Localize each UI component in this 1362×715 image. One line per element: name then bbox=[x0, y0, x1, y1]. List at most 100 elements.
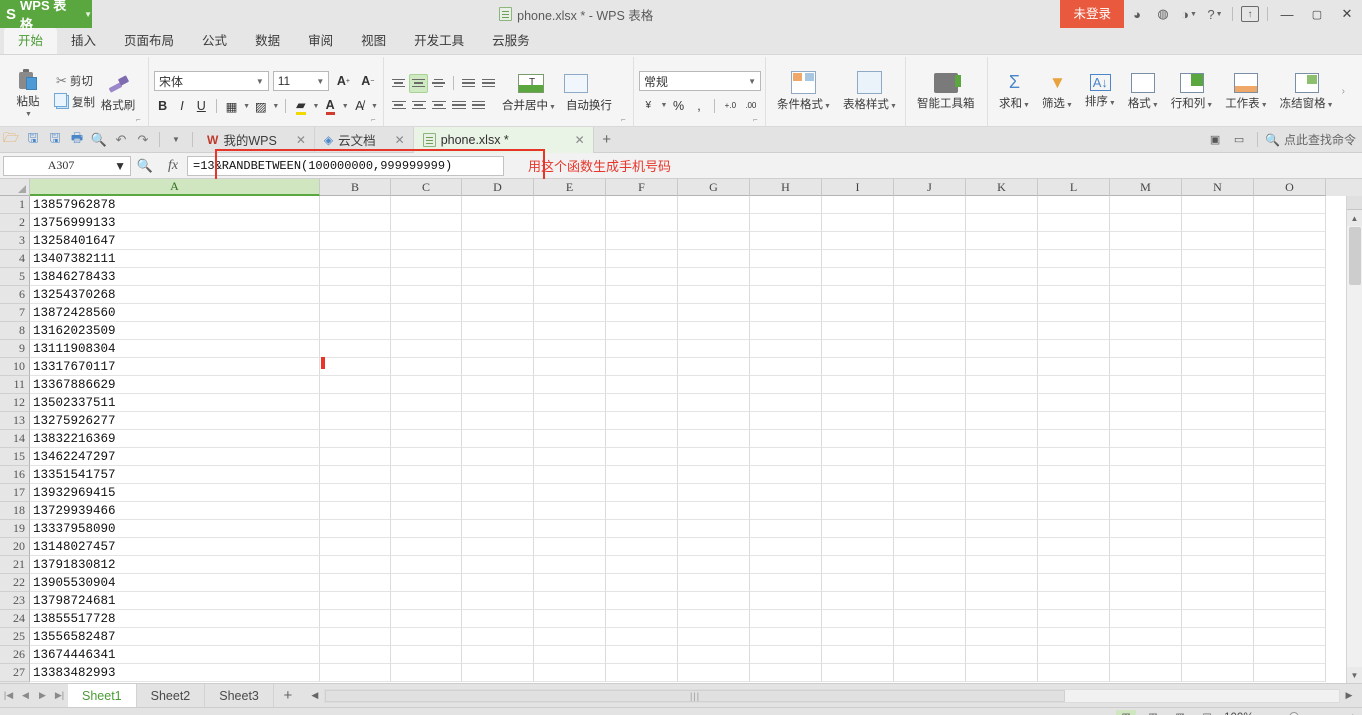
grid-cell[interactable] bbox=[1110, 484, 1182, 502]
grid-cell[interactable] bbox=[822, 358, 894, 376]
font-size-select[interactable]: 11 ▼ bbox=[272, 71, 330, 91]
grid-cell[interactable]: 13756999133 bbox=[30, 214, 320, 232]
ribbon-tab-data[interactable]: 数据 bbox=[241, 28, 294, 54]
grid-cell[interactable] bbox=[1038, 232, 1110, 250]
grid-cell[interactable] bbox=[320, 304, 391, 322]
grid-cell[interactable] bbox=[966, 556, 1038, 574]
grid-cell[interactable] bbox=[822, 448, 894, 466]
grid-cell[interactable] bbox=[1182, 394, 1254, 412]
grid-cell[interactable]: 13502337511 bbox=[30, 394, 320, 412]
grid-cell[interactable] bbox=[534, 520, 606, 538]
grid-cell[interactable] bbox=[750, 340, 822, 358]
grid-cell[interactable] bbox=[320, 340, 391, 358]
number-format-select[interactable]: 常规 ▼ bbox=[639, 71, 761, 91]
grid-cell[interactable] bbox=[606, 484, 678, 502]
add-sheet-button[interactable]: + bbox=[274, 684, 302, 707]
grid-cell[interactable]: 13162023509 bbox=[30, 322, 320, 340]
grid-cell[interactable] bbox=[1254, 304, 1326, 322]
grid-cell[interactable]: 13317670117 bbox=[30, 358, 320, 376]
grid-cell[interactable]: 13148027457 bbox=[30, 538, 320, 556]
fx-icon[interactable]: fx bbox=[159, 158, 187, 174]
grid-cell[interactable] bbox=[678, 358, 750, 376]
grid-cell[interactable] bbox=[894, 250, 966, 268]
grid-cell[interactable] bbox=[678, 574, 750, 592]
grid-cell[interactable] bbox=[966, 574, 1038, 592]
grid-cell[interactable] bbox=[606, 502, 678, 520]
column-header-b[interactable]: B bbox=[320, 179, 391, 196]
grid-cell[interactable] bbox=[678, 664, 750, 682]
grid-cell[interactable] bbox=[462, 304, 534, 322]
grid-cell[interactable] bbox=[1254, 574, 1326, 592]
filter-button[interactable]: ▼ 筛选▼ bbox=[1036, 57, 1079, 126]
grid-cell[interactable] bbox=[534, 394, 606, 412]
grid-cell[interactable] bbox=[894, 664, 966, 682]
grid-cell[interactable] bbox=[320, 232, 391, 250]
grid-cell[interactable] bbox=[462, 394, 534, 412]
grid-cell[interactable]: 13383482993 bbox=[30, 664, 320, 682]
share-doc-icon[interactable]: ▭ bbox=[1228, 127, 1250, 153]
grid-cell[interactable] bbox=[822, 466, 894, 484]
grid-cell[interactable] bbox=[1038, 250, 1110, 268]
ribbon-tab-review[interactable]: 审阅 bbox=[294, 28, 347, 54]
grid-cell[interactable] bbox=[678, 196, 750, 214]
grid-cell[interactable] bbox=[822, 610, 894, 628]
ribbon-tab-view[interactable]: 视图 bbox=[347, 28, 400, 54]
sheet-tab-sheet1[interactable]: Sheet1 bbox=[68, 684, 137, 707]
grid-cell[interactable] bbox=[822, 232, 894, 250]
autosum-button[interactable]: Σ 求和▼ bbox=[993, 57, 1036, 126]
close-icon[interactable]: ✕ bbox=[575, 133, 585, 147]
grid-cell[interactable] bbox=[534, 232, 606, 250]
grid-cell[interactable] bbox=[534, 484, 606, 502]
grid-cell[interactable] bbox=[534, 376, 606, 394]
grid-cell[interactable] bbox=[1038, 286, 1110, 304]
align-bottom-button[interactable] bbox=[429, 74, 448, 93]
sheet-tab-sheet3[interactable]: Sheet3 bbox=[205, 684, 274, 707]
grid-cell[interactable] bbox=[1182, 664, 1254, 682]
grid-cell[interactable] bbox=[1038, 646, 1110, 664]
grid-cell[interactable] bbox=[966, 286, 1038, 304]
vertical-split-handle[interactable] bbox=[1346, 196, 1362, 210]
column-header-n[interactable]: N bbox=[1182, 179, 1254, 196]
grid-cell[interactable] bbox=[320, 394, 391, 412]
grid-cell[interactable] bbox=[822, 430, 894, 448]
grid-cell[interactable] bbox=[391, 520, 462, 538]
grid-cell[interactable] bbox=[391, 394, 462, 412]
grid-cell[interactable] bbox=[391, 484, 462, 502]
grid-cell[interactable] bbox=[534, 286, 606, 304]
grid-cell[interactable] bbox=[606, 376, 678, 394]
grid-cell[interactable] bbox=[606, 556, 678, 574]
grid-cell[interactable] bbox=[750, 412, 822, 430]
grid-cell[interactable] bbox=[534, 340, 606, 358]
next-sheet-icon[interactable]: ▶ bbox=[34, 684, 51, 707]
grid-cell[interactable] bbox=[606, 574, 678, 592]
grid-cell[interactable]: 13932969415 bbox=[30, 484, 320, 502]
grid-cell[interactable] bbox=[1182, 340, 1254, 358]
grid-cell[interactable] bbox=[391, 448, 462, 466]
grid-cell[interactable] bbox=[966, 214, 1038, 232]
grid-cell[interactable] bbox=[1038, 556, 1110, 574]
grid-cell[interactable] bbox=[320, 574, 391, 592]
grid-cell[interactable]: 13729939466 bbox=[30, 502, 320, 520]
grid-cell[interactable] bbox=[1038, 502, 1110, 520]
grid-cell[interactable] bbox=[1038, 412, 1110, 430]
help-icon[interactable]: ? ▼ bbox=[1202, 0, 1228, 28]
grid-cell[interactable] bbox=[1254, 268, 1326, 286]
grid-cell[interactable] bbox=[320, 646, 391, 664]
grid-cell[interactable] bbox=[1254, 628, 1326, 646]
scroll-left-icon[interactable]: ◀ bbox=[306, 690, 324, 701]
maximize-button[interactable]: ▢ bbox=[1302, 0, 1332, 28]
magnifier-icon[interactable]: 🔍 bbox=[131, 158, 159, 174]
grid-cell[interactable] bbox=[678, 628, 750, 646]
grid-cell[interactable] bbox=[391, 322, 462, 340]
grid-cell[interactable] bbox=[1182, 466, 1254, 484]
font-dialog-launcher-icon[interactable]: ⌐ bbox=[371, 116, 379, 124]
column-header-a[interactable]: A bbox=[30, 179, 320, 196]
grid-cell[interactable] bbox=[822, 592, 894, 610]
grid-cell[interactable] bbox=[678, 466, 750, 484]
smart-toolbox-button[interactable]: 智能工具箱 bbox=[911, 57, 981, 126]
row-header[interactable]: 18 bbox=[0, 502, 30, 520]
increase-decimal-button[interactable]: +.0 bbox=[721, 95, 739, 116]
grid-cell[interactable] bbox=[1038, 214, 1110, 232]
freeze-panes-button[interactable]: 冻结窗格▼ bbox=[1274, 57, 1340, 126]
grid-cell[interactable] bbox=[678, 304, 750, 322]
